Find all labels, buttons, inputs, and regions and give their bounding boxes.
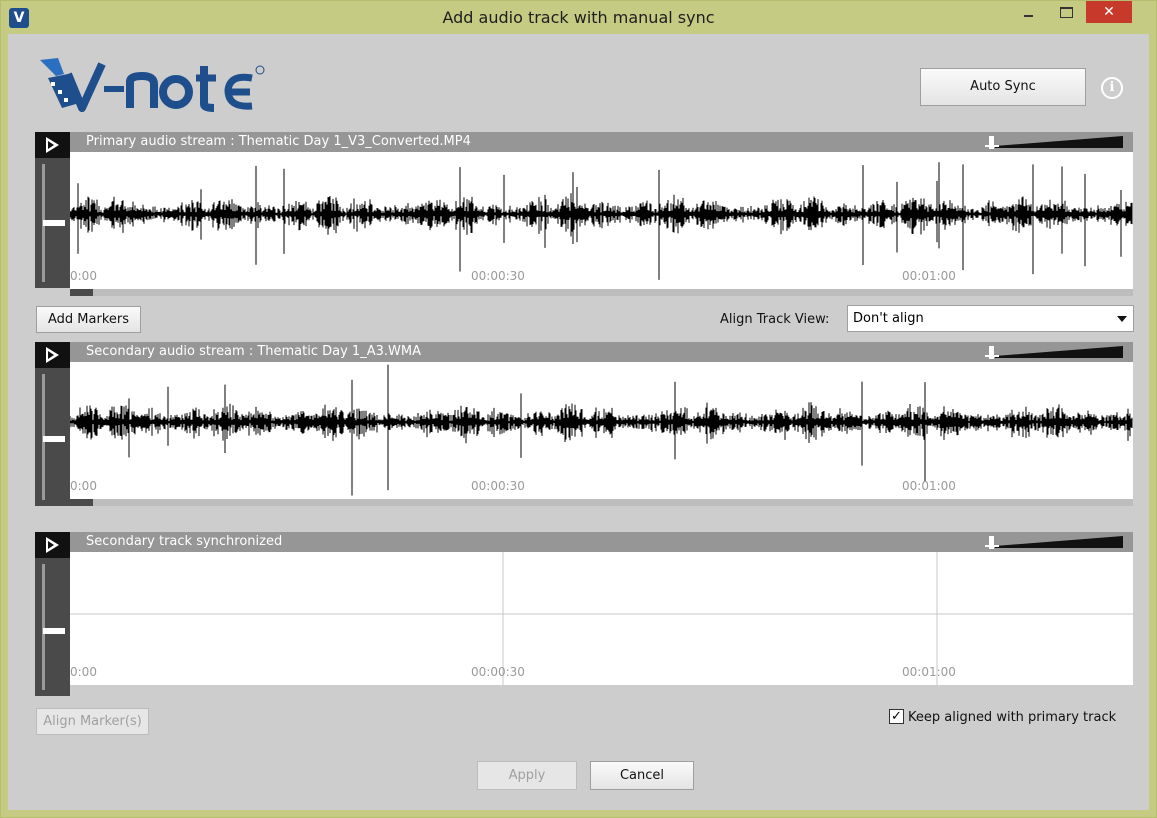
- auto-sync-button[interactable]: Auto Sync: [920, 68, 1086, 106]
- synchronized-waveform[interactable]: 0:00 00:00:30 00:01:00: [70, 552, 1133, 685]
- synchronized-play-button[interactable]: [35, 532, 70, 558]
- secondary-track: Secondary audio stream : Thematic Day 1_…: [35, 342, 1133, 510]
- synchronized-tick-30: 00:00:30: [471, 665, 525, 679]
- dialog-content: Auto Sync i Primary audio stream : Thema…: [8, 34, 1149, 810]
- secondary-volume-slider[interactable]: [35, 368, 70, 506]
- add-markers-button[interactable]: Add Markers: [36, 306, 141, 333]
- secondary-waveform[interactable]: 0:00 00:00:30 00:01:00: [70, 362, 1133, 499]
- primary-gain-slider[interactable]: [975, 134, 1125, 150]
- primary-track-title: Primary audio stream : Thematic Day 1_V3…: [86, 134, 471, 149]
- close-button[interactable]: ✕: [1086, 1, 1132, 23]
- primary-waveform[interactable]: 0:00 00:00:30 00:01:00: [70, 152, 1133, 289]
- align-track-view-dropdown[interactable]: Don't align: [847, 305, 1134, 332]
- primary-tick-60: 00:01:00: [902, 269, 956, 283]
- minimize-button[interactable]: [1014, 1, 1044, 24]
- secondary-volume-thumb[interactable]: [43, 436, 65, 442]
- secondary-scrollbar[interactable]: [70, 499, 1133, 506]
- primary-volume-thumb[interactable]: [43, 220, 65, 226]
- primary-track: Primary audio stream : Thematic Day 1_V3…: [35, 132, 1133, 300]
- keep-aligned-checkbox[interactable]: ✓: [889, 709, 904, 724]
- align-track-view-value: Don't align: [853, 311, 924, 326]
- wave1-trace: [70, 162, 1133, 280]
- info-icon[interactable]: i: [1101, 77, 1123, 99]
- primary-volume-slider[interactable]: [35, 158, 70, 288]
- align-track-view-label: Align Track View:: [720, 312, 830, 327]
- title-bar[interactable]: V Add audio track with manual sync ✕: [1, 1, 1156, 34]
- apply-button[interactable]: Apply: [477, 761, 577, 790]
- primary-scrollbar[interactable]: [70, 289, 1133, 296]
- primary-tick-30: 00:00:30: [471, 269, 525, 283]
- synchronized-track-title: Secondary track synchronized: [86, 534, 283, 549]
- synchronized-track-header: Secondary track synchronized: [70, 532, 1133, 552]
- dialog-window: V Add audio track with manual sync ✕ Aut…: [0, 0, 1157, 818]
- secondary-tick-0: 0:00: [70, 479, 97, 493]
- secondary-track-title: Secondary audio stream : Thematic Day 1_…: [86, 344, 421, 359]
- chevron-down-icon: [1117, 316, 1127, 322]
- window-title: Add audio track with manual sync: [442, 8, 715, 27]
- keep-aligned-label: Keep aligned with primary track: [908, 710, 1117, 725]
- secondary-gain-slider[interactable]: [975, 344, 1125, 360]
- synchronized-volume-thumb[interactable]: [43, 628, 65, 634]
- synchronized-tick-60: 00:01:00: [902, 665, 956, 679]
- synchronized-tick-0: 0:00: [70, 665, 97, 679]
- align-markers-button[interactable]: Align Marker(s): [36, 708, 149, 735]
- secondary-tick-30: 00:00:30: [471, 479, 525, 493]
- primary-tick-0: 0:00: [70, 269, 97, 283]
- maximize-button[interactable]: [1051, 1, 1081, 24]
- synchronized-volume-slider[interactable]: [35, 558, 70, 696]
- secondary-track-header: Secondary audio stream : Thematic Day 1_…: [70, 342, 1133, 362]
- synchronized-gain-slider[interactable]: [975, 534, 1125, 550]
- primary-play-button[interactable]: [35, 132, 70, 158]
- secondary-play-button[interactable]: [35, 342, 70, 368]
- secondary-tick-60: 00:01:00: [902, 479, 956, 493]
- cancel-button[interactable]: Cancel: [590, 761, 694, 790]
- synchronized-scrollbar[interactable]: [70, 685, 1133, 692]
- wave2-trace: [70, 364, 1133, 496]
- vnote-logo: [40, 58, 265, 112]
- primary-track-header: Primary audio stream : Thematic Day 1_V3…: [70, 132, 1133, 152]
- synchronized-track: Secondary track synchronized 0:00 00:00:…: [35, 532, 1133, 702]
